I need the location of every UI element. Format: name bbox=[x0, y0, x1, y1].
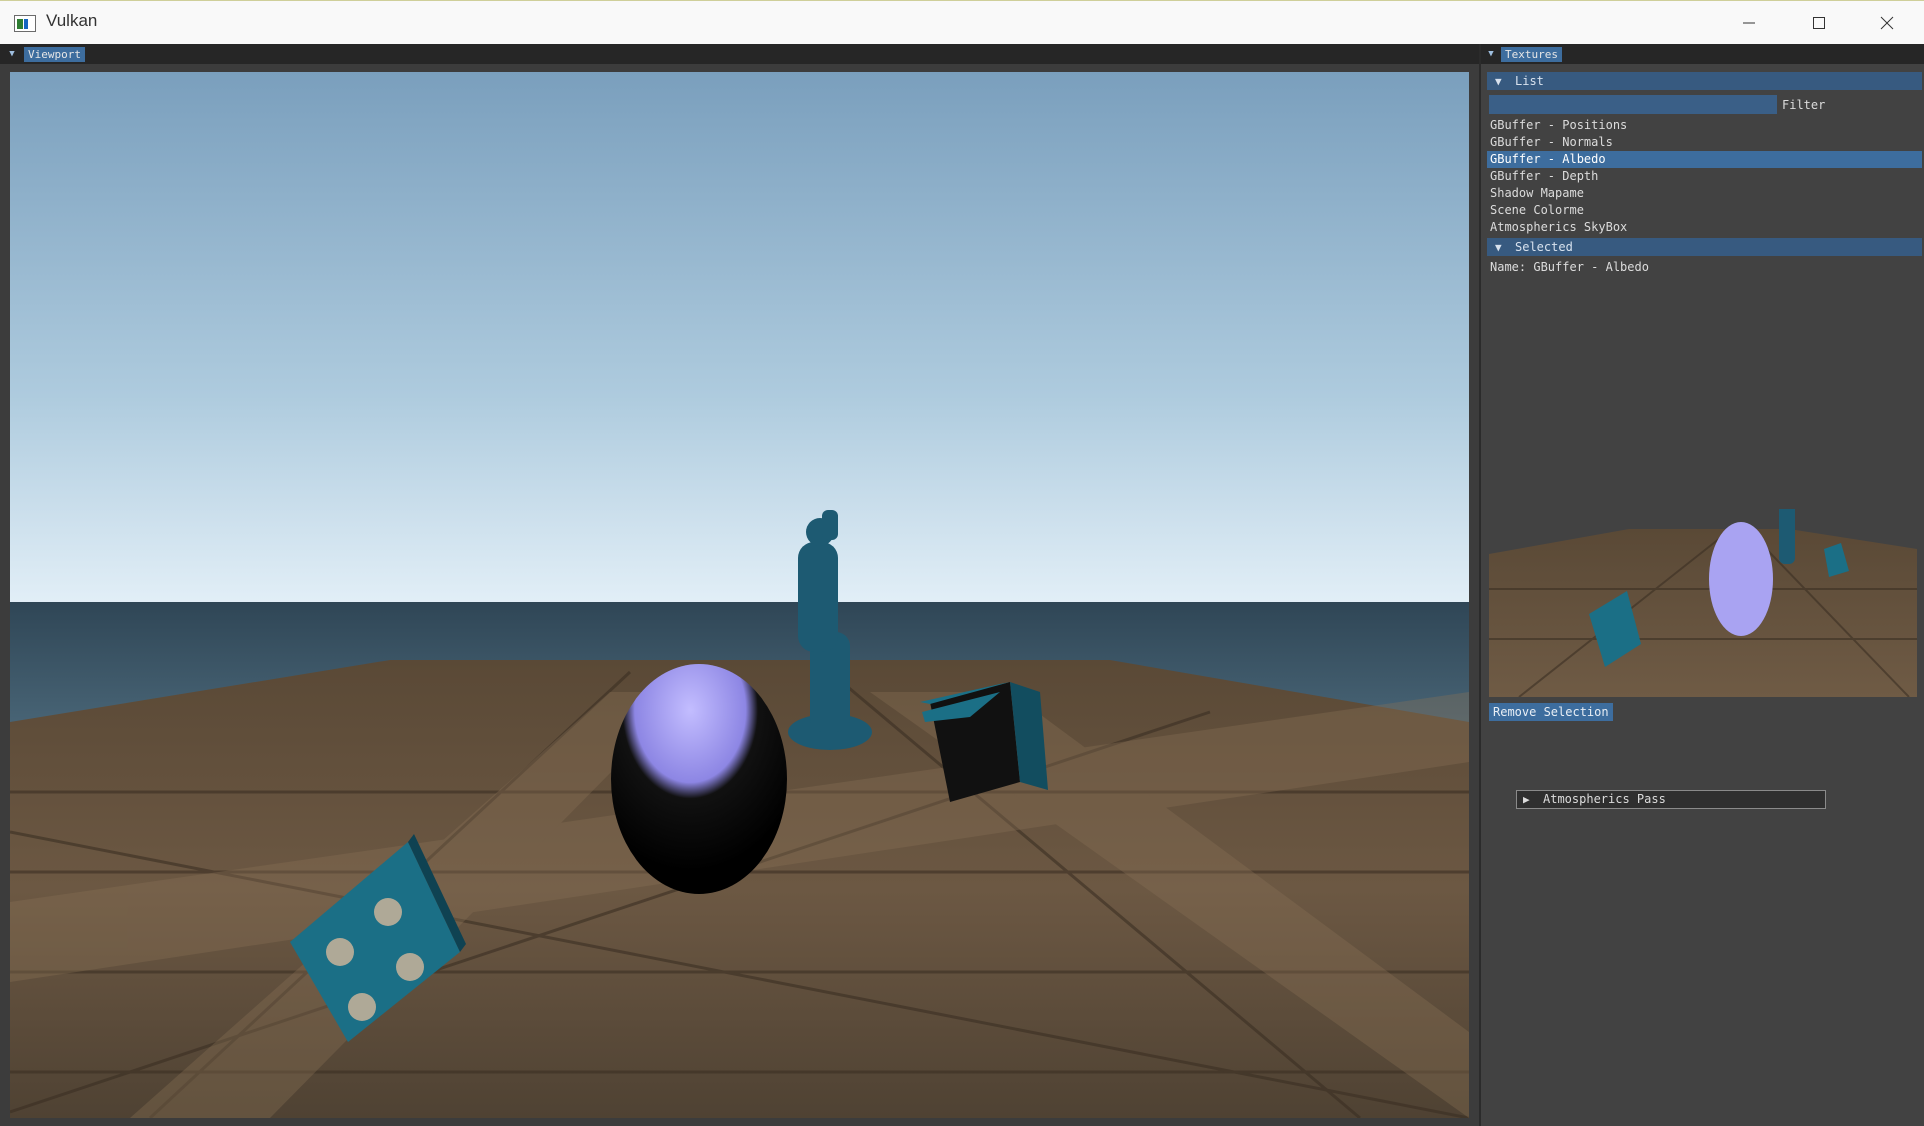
texture-item[interactable]: Scene Colorme bbox=[1487, 202, 1922, 219]
atmospherics-pass-header[interactable]: ▶ Atmospherics Pass bbox=[1516, 790, 1826, 809]
tab-viewport[interactable]: Viewport bbox=[24, 47, 85, 62]
texture-item[interactable]: Shadow Mapame bbox=[1487, 185, 1922, 202]
list-header-label: List bbox=[1515, 74, 1544, 88]
title-bar: Vulkan bbox=[0, 0, 1924, 44]
texture-preview bbox=[1489, 509, 1917, 697]
sphere bbox=[611, 664, 787, 894]
texture-item[interactable]: Atmospherics SkyBox bbox=[1487, 219, 1922, 236]
viewport-render[interactable] bbox=[10, 72, 1469, 1118]
texture-item[interactable]: GBuffer - Normals bbox=[1487, 134, 1922, 151]
list-section-header[interactable]: ▼ List bbox=[1487, 72, 1922, 90]
selected-header-label: Selected bbox=[1515, 240, 1573, 254]
selected-section-header[interactable]: ▼ Selected bbox=[1487, 238, 1922, 256]
filter-label: Filter bbox=[1782, 98, 1826, 112]
expand-right-icon: ▶ bbox=[1523, 793, 1530, 806]
selected-texture-name: Name: GBuffer - Albedo bbox=[1490, 260, 1649, 274]
texture-item[interactable]: GBuffer - Positions bbox=[1487, 117, 1922, 134]
maximize-button[interactable] bbox=[1784, 1, 1854, 45]
maximize-icon bbox=[1813, 17, 1825, 29]
remove-selection-button[interactable]: Remove Selection bbox=[1489, 703, 1613, 721]
app-icon bbox=[14, 15, 36, 32]
texture-item[interactable]: GBuffer - Depth bbox=[1487, 168, 1922, 185]
dock-menu-icon[interactable]: ▼ bbox=[6, 48, 18, 60]
albedo-preview-image bbox=[1489, 509, 1917, 697]
collapse-down-icon: ▼ bbox=[1495, 75, 1502, 88]
sky bbox=[10, 72, 1469, 612]
atmospherics-pass-label: Atmospherics Pass bbox=[1543, 792, 1666, 806]
minimize-button[interactable] bbox=[1714, 1, 1784, 45]
collapse-down-icon: ▼ bbox=[1495, 241, 1502, 254]
minimize-icon bbox=[1743, 22, 1755, 24]
scene-render bbox=[10, 72, 1469, 1118]
window-title: Vulkan bbox=[46, 11, 98, 30]
textures-panel: ▼ Textures ▼ List Filter GBuffer - Positi… bbox=[1479, 44, 1924, 1126]
viewport-panel: ▼ Viewport bbox=[0, 44, 1479, 1126]
filter-input[interactable] bbox=[1489, 95, 1777, 114]
dock-menu-icon[interactable]: ▼ bbox=[1485, 48, 1497, 60]
close-icon bbox=[1880, 16, 1894, 30]
close-button[interactable] bbox=[1852, 1, 1922, 45]
textures-dock-bar: ▼ Textures bbox=[1481, 44, 1924, 64]
texture-item-selected[interactable]: GBuffer - Albedo bbox=[1487, 151, 1922, 168]
viewport-dock-bar: ▼ Viewport bbox=[0, 44, 1479, 64]
tab-textures[interactable]: Textures bbox=[1501, 47, 1562, 62]
